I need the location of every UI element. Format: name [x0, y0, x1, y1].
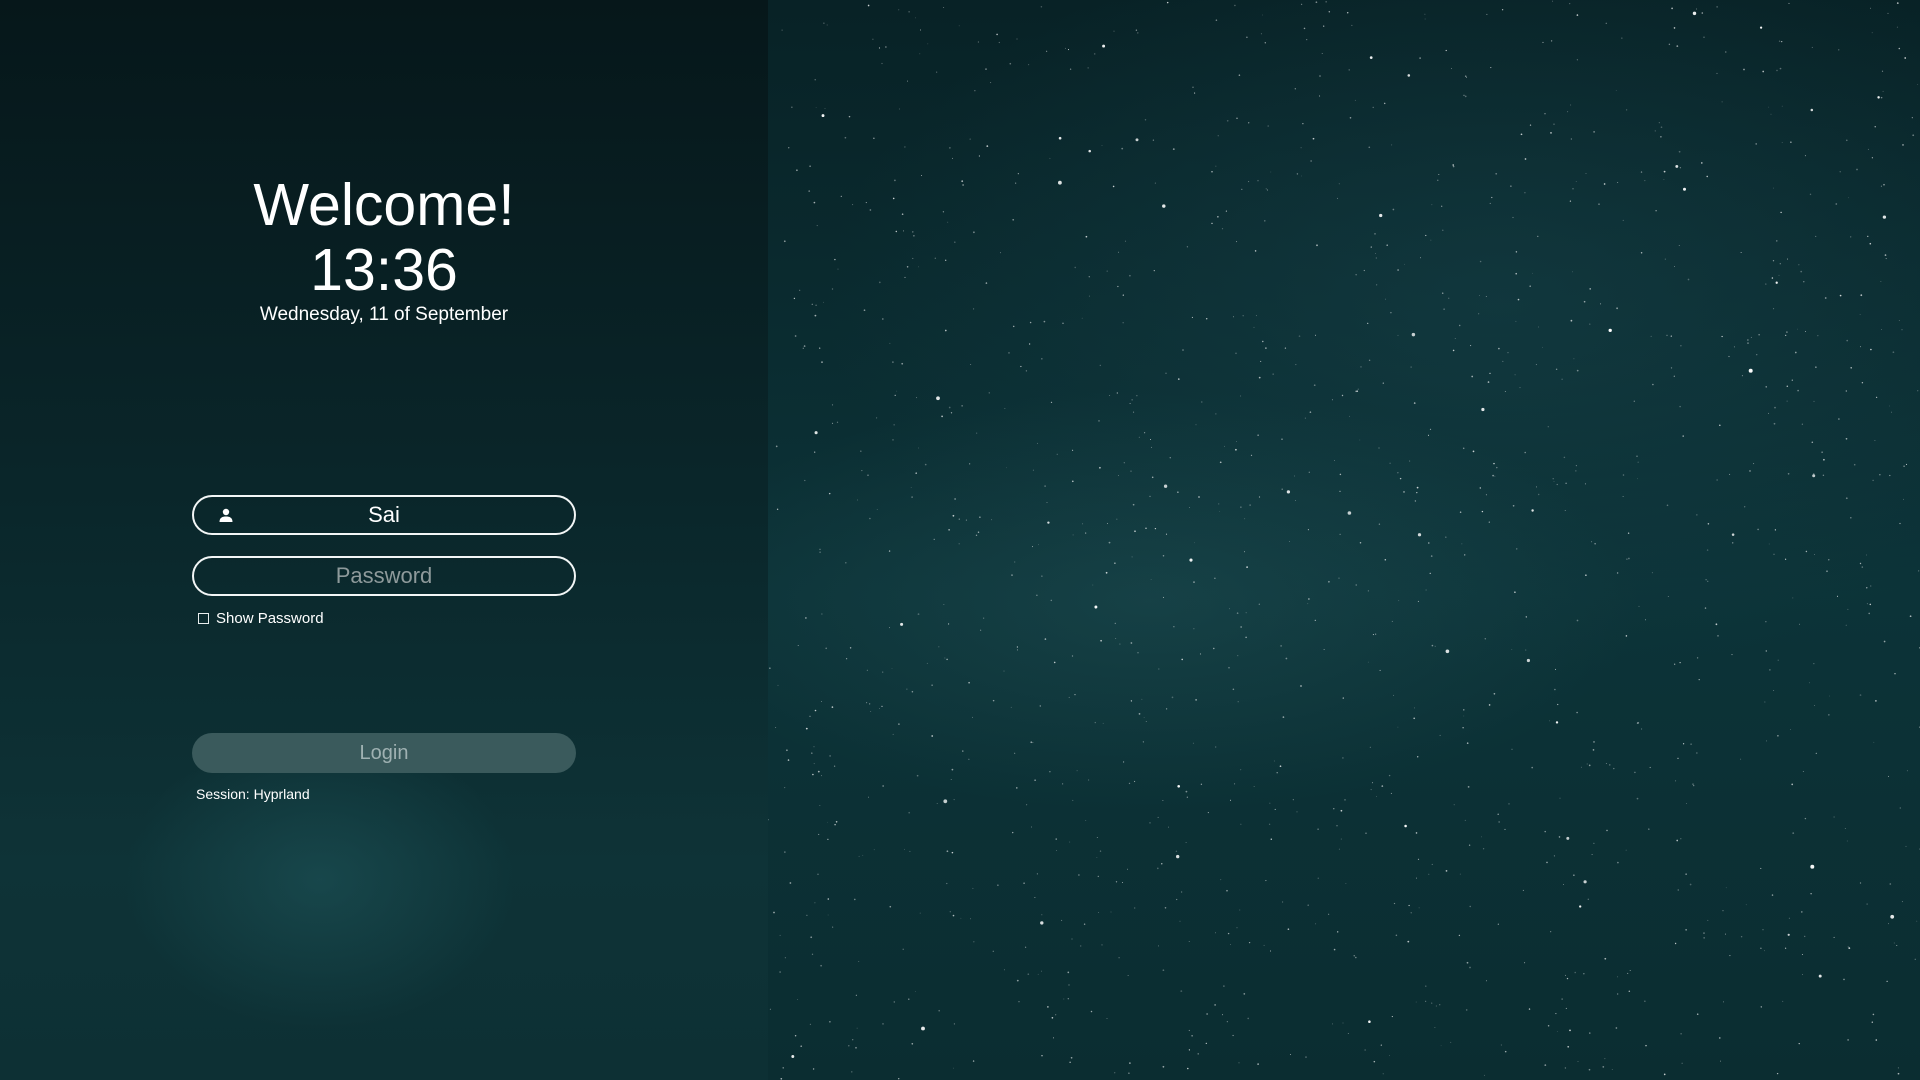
session-prefix: Session: — [196, 786, 254, 802]
username-field[interactable]: Sai — [192, 495, 576, 535]
username-value: Sai — [368, 502, 400, 527]
user-icon — [219, 508, 233, 522]
show-password-label: Show Password — [216, 610, 324, 627]
checkbox-icon[interactable] — [198, 613, 209, 624]
login-button[interactable]: Login — [192, 733, 576, 773]
password-field[interactable]: Password — [192, 556, 576, 596]
login-button-label: Login — [359, 741, 409, 764]
login-screen: Welcome! 13:36 Wednesday, 11 of Septembe… — [0, 0, 1920, 1080]
login-panel: Welcome! 13:36 Wednesday, 11 of Septembe… — [0, 0, 768, 1080]
clock-time: 13:36 — [310, 237, 458, 303]
show-password-toggle[interactable]: Show Password — [198, 610, 324, 627]
session-selector[interactable]: Session: Hyprland — [196, 786, 310, 802]
welcome-heading: Welcome! — [253, 172, 515, 238]
starfield-background — [768, 0, 1920, 1080]
clock-date: Wednesday, 11 of September — [259, 304, 509, 325]
password-placeholder: Password — [335, 563, 433, 588]
session-name: Hyprland — [253, 786, 310, 802]
